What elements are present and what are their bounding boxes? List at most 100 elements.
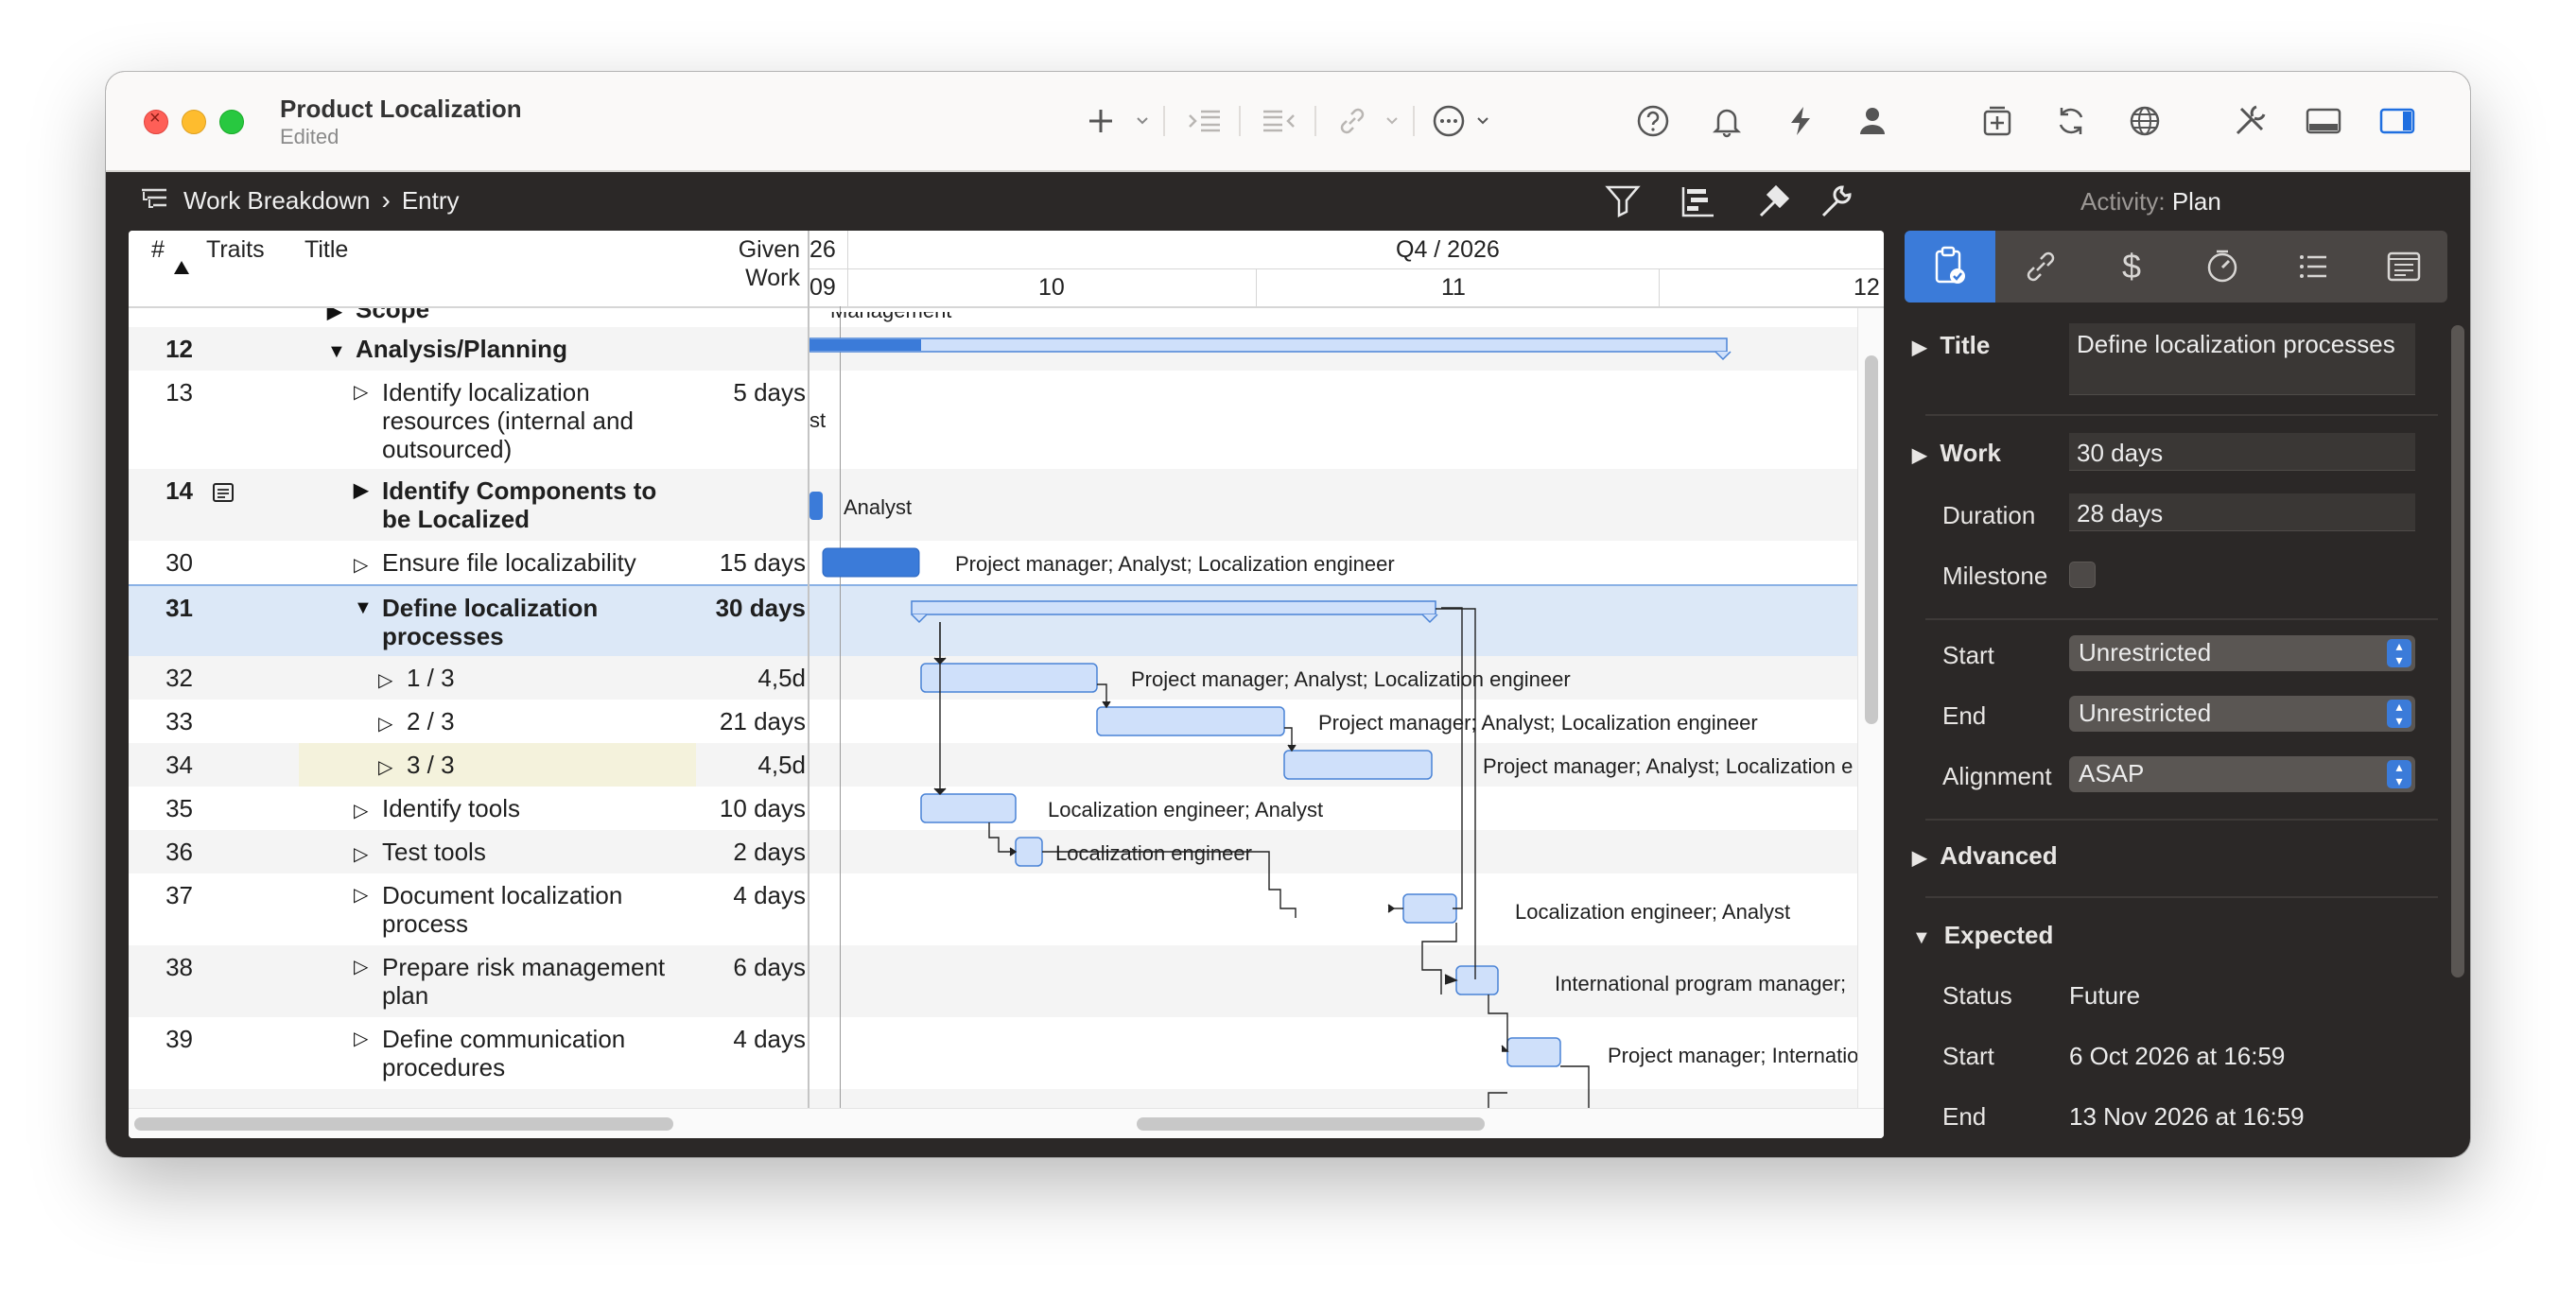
- disclosure-triangle-icon[interactable]: ▷: [354, 881, 373, 938]
- row-number: 12: [165, 335, 193, 363]
- bottom-panel-icon[interactable]: [2302, 100, 2345, 142]
- column-header-number[interactable]: #: [129, 231, 198, 306]
- indent-icon[interactable]: [1184, 100, 1226, 142]
- disclosure-triangle-icon[interactable]: ▶: [327, 308, 346, 326]
- filter-icon[interactable]: [1604, 183, 1644, 219]
- tab-dependencies[interactable]: [1995, 231, 2086, 303]
- select-stepper-icon: ▴ ▾: [2387, 760, 2411, 788]
- breadcrumb-item-entry[interactable]: Entry: [402, 186, 460, 216]
- disclosure-triangle-icon[interactable]: ▷: [354, 551, 373, 579]
- disclosure-triangle-icon[interactable]: ▼: [327, 337, 346, 366]
- column-header-given-work[interactable]: Given Work: [696, 231, 809, 306]
- work-field[interactable]: 30 days: [2069, 433, 2415, 471]
- link-menu-chevron-icon[interactable]: [1381, 100, 1403, 142]
- row-title: ▼ Define localization processes: [354, 594, 599, 650]
- duration-field[interactable]: 28 days: [2069, 493, 2415, 531]
- row-work: 6 days: [733, 953, 806, 981]
- bell-icon[interactable]: [1706, 100, 1748, 142]
- tab-costs[interactable]: $: [2086, 231, 2177, 303]
- disclosure-triangle-icon[interactable]: ▷: [354, 1025, 373, 1081]
- zoom-window-button[interactable]: [219, 110, 244, 134]
- disclosure-triangle-icon[interactable]: ▶: [1912, 848, 1926, 869]
- gantt-bar-document-process[interactable]: [1402, 893, 1457, 924]
- row-work: 4 days: [733, 881, 806, 909]
- gantt-bar-test-tools[interactable]: [1015, 837, 1043, 867]
- tools-icon[interactable]: [2228, 100, 2271, 142]
- column-header-traits[interactable]: Traits: [197, 231, 300, 306]
- tab-notes[interactable]: [2358, 231, 2447, 303]
- wrench-icon[interactable]: [1818, 183, 1857, 219]
- inspector-work-label[interactable]: ▶ Work: [1912, 439, 2001, 468]
- note-icon[interactable]: [212, 480, 235, 510]
- gantt-horizontal-scrollbar[interactable]: [1137, 1117, 1485, 1131]
- disclosure-triangle-icon[interactable]: ▶: [1912, 337, 1926, 358]
- more-menu-chevron-icon[interactable]: [1471, 100, 1494, 142]
- gantt-layout-icon[interactable]: [1680, 183, 1719, 219]
- inspector-scrollbar[interactable]: [2451, 325, 2464, 977]
- disclosure-triangle-icon[interactable]: ▷: [378, 666, 397, 695]
- disclosure-triangle-icon[interactable]: ▷: [354, 840, 373, 869]
- disclosure-triangle-icon[interactable]: ▶: [1912, 445, 1926, 466]
- gantt-vertical-scrollbar[interactable]: [1865, 355, 1878, 724]
- gantt-bar-communication[interactable]: [1506, 1037, 1561, 1067]
- disclosure-triangle-icon[interactable]: ▼: [1912, 927, 1931, 948]
- disclosure-triangle-icon[interactable]: ▷: [354, 797, 373, 825]
- globe-icon[interactable]: [2124, 100, 2166, 142]
- outdent-icon[interactable]: [1258, 100, 1299, 142]
- gantt-bar-1-of-3[interactable]: [920, 663, 1098, 693]
- close-window-button[interactable]: [144, 108, 168, 134]
- tab-progress[interactable]: [2177, 231, 2268, 303]
- status-value: Future: [2069, 981, 2141, 1010]
- column-header-title[interactable]: Title: [299, 231, 697, 306]
- disclosure-triangle-icon[interactable]: ▷: [354, 378, 373, 463]
- advanced-section-toggle[interactable]: ▶ Advanced: [1912, 841, 2058, 871]
- start-constraint-value: Unrestricted: [2079, 638, 2212, 666]
- title-cell-highlight: [299, 743, 696, 787]
- gantt-bar-file-localizability[interactable]: [822, 547, 920, 578]
- row-title: ▷ 1 / 3: [378, 664, 455, 695]
- outline-view-icon[interactable]: [140, 186, 172, 215]
- tab-list[interactable]: [2268, 231, 2358, 303]
- progress-gauge-icon: [2207, 250, 2237, 283]
- refresh-icon[interactable]: [2050, 100, 2092, 142]
- disclosure-triangle-icon[interactable]: ▶: [354, 476, 373, 533]
- app-window: Product Localization Edited: [106, 72, 2470, 1157]
- gantt-bar-components[interactable]: [809, 492, 823, 520]
- tab-activity[interactable]: [1905, 231, 1995, 303]
- inspector-title-label[interactable]: ▶ Title: [1912, 331, 1990, 360]
- end-constraint-select[interactable]: Unrestricted ▴ ▾: [2069, 696, 2415, 732]
- breadcrumb-item-work-breakdown[interactable]: Work Breakdown: [183, 186, 371, 216]
- more-actions-icon[interactable]: [1430, 100, 1468, 142]
- row-number: 13: [165, 378, 193, 406]
- row-number: 39: [165, 1025, 193, 1053]
- gantt-bar-define-processes[interactable]: [911, 600, 1436, 615]
- disclosure-triangle-icon[interactable]: ▷: [354, 953, 373, 1010]
- list-icon: [2300, 255, 2326, 278]
- disclosure-triangle-icon[interactable]: ▷: [378, 710, 397, 738]
- gantt-bar-analysis-planning[interactable]: [809, 337, 1728, 353]
- title-field[interactable]: Define localization processes: [2069, 323, 2415, 395]
- expected-section-toggle[interactable]: ▼ Expected: [1912, 921, 2053, 950]
- gantt-bar-3-of-3[interactable]: [1283, 750, 1433, 780]
- help-icon[interactable]: [1632, 100, 1674, 142]
- table-horizontal-scrollbar[interactable]: [134, 1117, 673, 1131]
- add-icon[interactable]: [1080, 100, 1122, 142]
- lightning-icon[interactable]: [1780, 100, 1821, 142]
- row-title: ▼ Analysis/Planning: [327, 335, 567, 366]
- disclosure-triangle-icon[interactable]: ▷: [378, 753, 397, 782]
- link-icon[interactable]: [1332, 100, 1373, 142]
- sidebar-toggle-icon[interactable]: [2376, 100, 2419, 142]
- milestone-checkbox[interactable]: [2069, 562, 2096, 588]
- gantt-bar-risk-plan[interactable]: [1455, 965, 1499, 995]
- gantt-bar-2-of-3[interactable]: [1096, 706, 1285, 736]
- gantt-bar-identify-tools[interactable]: [920, 793, 1017, 823]
- alignment-select[interactable]: ASAP ▴ ▾: [2069, 756, 2415, 792]
- start-constraint-select[interactable]: Unrestricted ▴ ▾: [2069, 635, 2415, 671]
- person-icon[interactable]: [1852, 100, 1893, 142]
- gantt-label-row14: Analyst: [844, 495, 913, 519]
- leveling-icon[interactable]: [1755, 183, 1795, 219]
- minimize-window-button[interactable]: [182, 110, 206, 134]
- new-item-icon[interactable]: [1976, 100, 2018, 142]
- disclosure-triangle-icon[interactable]: ▼: [354, 594, 373, 650]
- add-menu-chevron-icon[interactable]: [1131, 100, 1154, 142]
